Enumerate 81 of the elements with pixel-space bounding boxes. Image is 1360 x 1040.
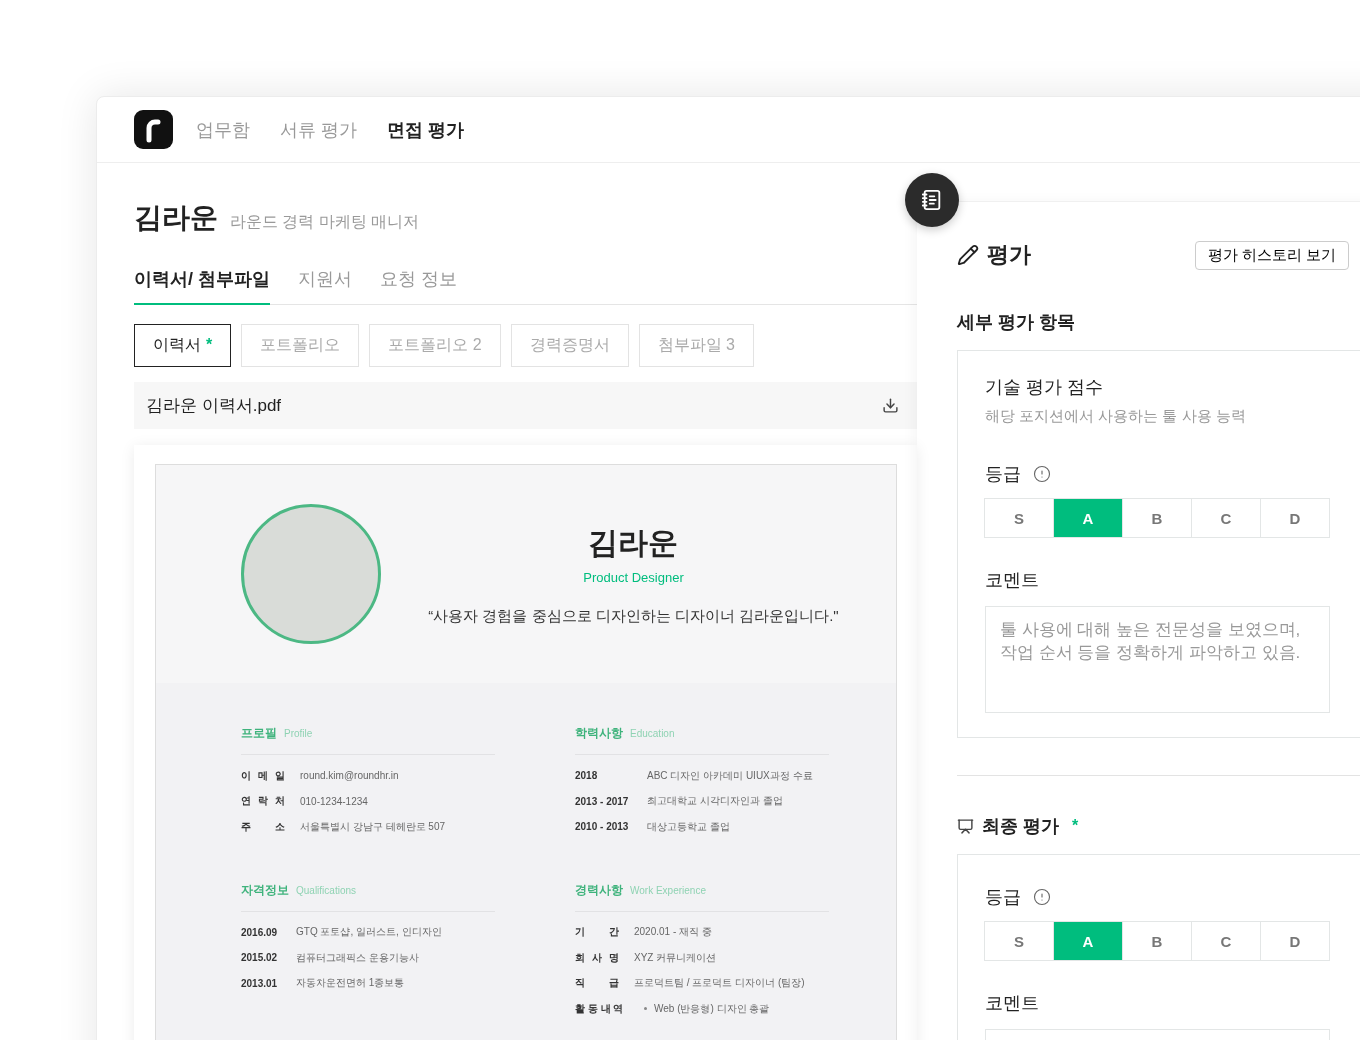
final-title: 최종 평가 [982, 815, 1059, 838]
row-value: 최고대학교 시각디자인과 졸업 [647, 794, 783, 809]
grade-option[interactable]: S [984, 498, 1054, 538]
file-tab[interactable]: 이력서 * [134, 324, 232, 367]
row-label: 회 사 명 [575, 950, 619, 965]
grade-option[interactable]: D [1260, 921, 1330, 961]
candidate-name: 김라운 [134, 201, 218, 235]
grade-option[interactable]: B [1122, 498, 1192, 538]
comment-field[interactable]: 툴 사용에 대해 높은 전문성을 보였으며, 작업 순서 등을 정확하게 파악하고 있음. [985, 606, 1330, 713]
resume-name: 김라운 [588, 524, 679, 561]
section-title: 프로필 [241, 725, 277, 742]
tab[interactable]: 요청 정보 [380, 267, 458, 305]
row-label: 2015.02 [241, 952, 279, 964]
section-subtitle: Qualifications [296, 884, 357, 896]
nav-link[interactable]: 면접 평가 [387, 117, 465, 142]
section-title: 경력사항 [575, 881, 623, 899]
row-value: 서울특별시 강남구 테헤란로 507 [300, 819, 446, 834]
history-button[interactable]: 평가 히스토리 보기 [1194, 240, 1349, 270]
row-value: round.kim@roundhr.in [300, 770, 399, 782]
file-tab[interactable]: 경력증명서 [510, 324, 629, 367]
row-label: 2013 - 2017 [575, 795, 630, 807]
row-label: 2018 [575, 770, 599, 782]
file-tab[interactable]: 포트폴리오 [241, 324, 360, 367]
file-tab[interactable]: 포트폴리오 2 [369, 324, 501, 367]
row-value: Web (반응형) 디자인 총괄 [654, 1001, 770, 1016]
grade-option[interactable]: A [1053, 921, 1123, 961]
logo-icon [134, 110, 173, 149]
comment-label: 코멘트 [985, 992, 1039, 1015]
row-value: 컴퓨터그래픽스 운용기능사 [296, 950, 419, 965]
file-name: 김라운 이력서.pdf [146, 395, 282, 417]
row-value: XYZ 커뮤니케이션 [634, 950, 717, 965]
memo-icon [921, 189, 943, 211]
info-icon[interactable] [1033, 465, 1051, 483]
required-mark: * [1072, 817, 1079, 835]
pencil-icon [957, 244, 979, 266]
row-value: 010-1234-1234 [300, 795, 368, 807]
section-subtitle: Work Experience [630, 884, 706, 896]
criteria-title: 기술 평가 점수 [985, 376, 1104, 399]
row-label: 2010 - 2013 [575, 821, 630, 833]
row-label: 2013.01 [241, 977, 279, 989]
criteria-description: 해당 포지션에서 사용하는 툴 사용 능력 [985, 407, 1247, 426]
file-tab[interactable]: 첨부파일 3 [638, 324, 754, 367]
presentation-board-icon [957, 817, 974, 835]
section-title: 학력사항 [575, 725, 623, 742]
section-title: 자격정보 [241, 881, 289, 899]
row-value: ABC 디자인 아카데미 UIUX과정 수료 [647, 768, 813, 783]
grade-label: 등급 [985, 463, 1021, 486]
row-value: GTQ 포토샵, 일러스트, 인디자인 [296, 925, 442, 940]
row-label: 연 락 처 [241, 794, 285, 809]
grade-option[interactable]: S [984, 921, 1054, 961]
row-label: 기 간 [575, 925, 619, 940]
row-label: 직 급 [575, 976, 619, 991]
row-value: 2020.01 - 재직 중 [634, 925, 712, 940]
grade-option[interactable]: D [1260, 498, 1330, 538]
row-label: 주 소 [241, 819, 285, 834]
grade-label: 등급 [985, 886, 1021, 909]
row-label: 2016.09 [241, 926, 279, 938]
comment-label: 코멘트 [985, 569, 1039, 592]
grade-option[interactable]: B [1122, 921, 1192, 961]
memo-button[interactable] [905, 173, 959, 227]
row-value: 프로덕트팀 / 프로덕트 디자이너 (팀장) [634, 976, 805, 991]
nav-link[interactable]: 업무함 [196, 117, 250, 142]
tab[interactable]: 이력서/ 첨부파일 [134, 267, 270, 305]
row-label: 이 메 일 [241, 768, 285, 783]
resume-quote: “사용자 경험을 중심으로 디자인하는 디자이너 김라운입니다." [428, 606, 839, 626]
bullet-icon [644, 1007, 647, 1011]
grade-option[interactable]: A [1053, 498, 1123, 538]
row-value: 대상고등학교 졸업 [647, 819, 730, 834]
section-subtitle: Education [630, 728, 675, 739]
tab[interactable]: 지원서 [298, 267, 352, 305]
grade-option[interactable]: C [1191, 921, 1261, 961]
candidate-position: 라운드 경력 마케팅 매니저 [230, 212, 420, 232]
nav-link[interactable]: 서류 평가 [280, 117, 357, 142]
evaluation-title: 평가 [987, 241, 1031, 269]
grade-option[interactable]: C [1191, 498, 1261, 538]
row-value: 자동차운전면허 1종보통 [296, 976, 405, 991]
download-button[interactable] [882, 397, 899, 414]
resume-role: Product Designer [583, 569, 684, 585]
section-subtitle: Profile [284, 728, 313, 739]
info-icon[interactable] [1033, 888, 1051, 906]
section-heading: 세부 평가 항목 [957, 311, 1076, 334]
